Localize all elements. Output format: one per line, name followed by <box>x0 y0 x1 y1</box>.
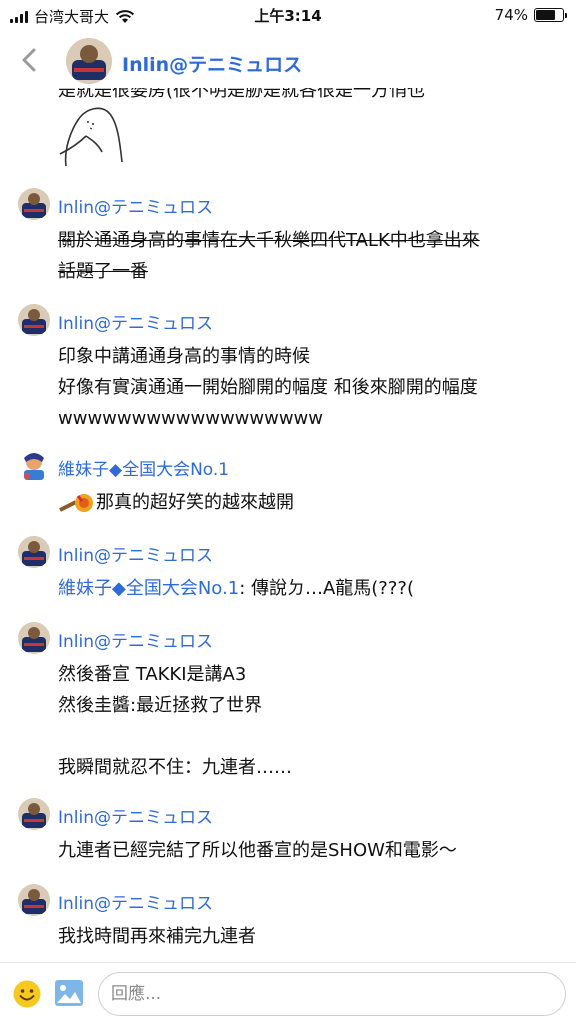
sender-avatar[interactable] <box>18 536 50 568</box>
smiley-icon[interactable] <box>12 979 42 1009</box>
message-line: 然後番宣 TAKKI是講A3 <box>58 664 247 685</box>
message-line <box>58 721 563 752</box>
header-avatar[interactable] <box>66 38 112 84</box>
reply-input[interactable] <box>98 972 566 1016</box>
message-text: 關於通通身高的事情在大千秋樂四代TALK中也拿出來 話題了一番 <box>58 225 563 287</box>
message-line: 好像有實演通通一開始腳開的幅度 和後來腳開的幅度 <box>58 377 478 398</box>
sender-name[interactable]: Inlin@テニミュロス <box>58 627 213 652</box>
sender-name[interactable]: 維妹子◆全国大会No.1 <box>58 455 229 480</box>
battery-percent: 74% <box>494 6 528 24</box>
message-text: 九連者已經完結了所以他番宣的是SHOW和電影～ <box>58 835 563 866</box>
sender-name[interactable]: Inlin@テニミュロス <box>58 309 213 334</box>
message-line: 關於通通身高的事情在大千秋樂四代TALK中也拿出來 <box>58 230 480 251</box>
message-line: 九連者已經完結了所以他番宣的是SHOW和電影～ <box>58 840 457 861</box>
battery-fill <box>536 10 556 20</box>
sender-name[interactable]: Inlin@テニミュロス <box>58 803 213 828</box>
sender-name[interactable]: Inlin@テニミュロス <box>58 541 213 566</box>
message-line: 然後圭醬:最近拯救了世界 <box>58 695 263 716</box>
back-chevron-icon[interactable] <box>18 46 42 74</box>
sender-avatar[interactable] <box>18 304 50 336</box>
sender-avatar[interactable] <box>18 622 50 654</box>
header-title[interactable]: Inlin@テニミュロス <box>122 50 302 77</box>
message-text: 我找時間再來補完九連者 <box>58 921 563 952</box>
mention-link[interactable]: 維妹子◆全国大会No.1 <box>58 578 239 599</box>
chat-header: Inlin@テニミュロス <box>0 36 576 88</box>
emoji-sticker-icon <box>59 494 93 512</box>
message-text: 那真的超好笑的越來越開 <box>58 487 563 518</box>
message-line: 話題了一番 <box>58 261 148 282</box>
battery-icon <box>534 8 567 22</box>
sender-avatar[interactable] <box>18 188 50 220</box>
sticker-image[interactable] <box>56 100 128 170</box>
sender-name[interactable]: Inlin@テニミュロス <box>58 193 213 218</box>
message-line: 印象中講通通身高的事情的時候 <box>58 346 310 367</box>
message-line: wwwwwwwwwwwwwwwwww <box>58 408 323 429</box>
sender-avatar[interactable] <box>18 798 50 830</box>
message-line: 我瞬間就忍不住：九連者…… <box>58 757 292 778</box>
clock: 上午3:14 <box>254 7 322 25</box>
sender-name[interactable]: Inlin@テニミュロス <box>58 889 213 914</box>
status-right: 74% <box>494 6 567 24</box>
sender-avatar[interactable] <box>18 884 50 916</box>
message-text: 印象中講通通身高的事情的時候 好像有實演通通一開始腳開的幅度 和後來腳開的幅度 … <box>58 341 563 434</box>
message-line: 我找時間再來補完九連者 <box>58 926 256 947</box>
chat-area[interactable]: 是就是很婆房(很不明是胁是就各很是一方悄也 Inlin@テニミュロス 關於通通身… <box>0 88 576 962</box>
status-bar: 台湾大哥大 上午3:14 74% <box>0 0 576 30</box>
message-line: : 傳說ㄉ…A龍馬(???( <box>239 578 414 599</box>
message-text: 然後番宣 TAKKI是講A3 然後圭醬:最近拯救了世界 我瞬間就忍不住：九連者…… <box>58 659 563 783</box>
message-text: 維妹子◆全国大会No.1: 傳說ㄉ…A龍馬(???( <box>58 573 563 604</box>
image-icon[interactable] <box>54 979 84 1007</box>
message-line: 那真的超好笑的越來越開 <box>96 492 294 513</box>
sender-avatar[interactable] <box>18 450 50 482</box>
reply-bar <box>0 962 576 1024</box>
